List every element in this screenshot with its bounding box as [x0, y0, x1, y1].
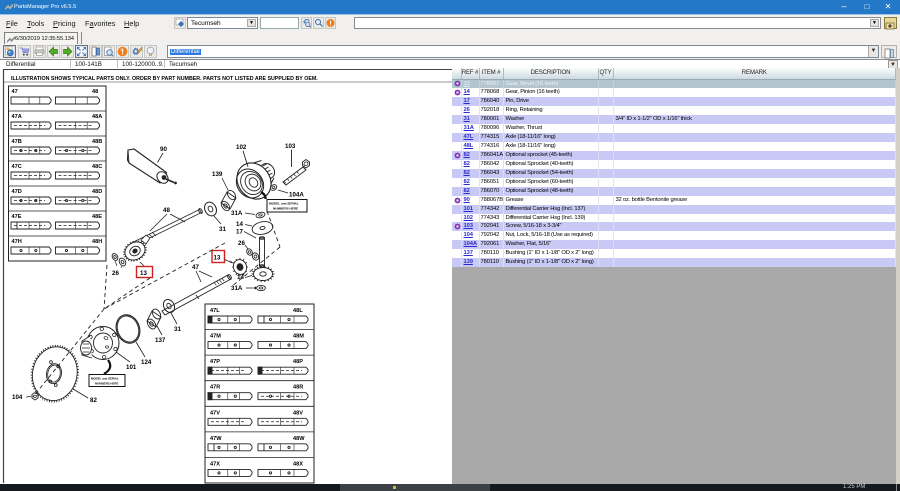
svg-text:48L: 48L — [293, 308, 303, 314]
svg-text:82: 82 — [90, 397, 97, 404]
svg-text:90: 90 — [160, 146, 167, 153]
svg-text:14: 14 — [236, 221, 243, 228]
svg-text:NUMBERS HERE: NUMBERS HERE — [273, 207, 298, 211]
svg-text:103: 103 — [285, 143, 296, 150]
svg-text:47X: 47X — [210, 461, 220, 467]
svg-text:48A: 48A — [92, 114, 102, 120]
svg-text:47E: 47E — [12, 214, 22, 220]
svg-text:48V: 48V — [293, 410, 303, 416]
svg-text:47M: 47M — [210, 334, 221, 340]
svg-text:31: 31 — [219, 226, 226, 233]
svg-text:48C: 48C — [92, 164, 102, 170]
svg-text:47: 47 — [12, 89, 18, 95]
svg-text:47R: 47R — [210, 385, 220, 391]
svg-text:48D: 48D — [92, 189, 102, 195]
svg-text:48P: 48P — [293, 359, 303, 365]
svg-text:137: 137 — [155, 337, 166, 344]
svg-text:47H: 47H — [12, 239, 22, 245]
svg-text:48E: 48E — [92, 214, 102, 220]
svg-text:47B: 47B — [12, 139, 22, 145]
svg-text:47A: 47A — [12, 114, 22, 120]
svg-text:13: 13 — [140, 270, 147, 277]
svg-text:48M: 48M — [293, 334, 304, 340]
svg-text:47P: 47P — [210, 359, 220, 365]
svg-text:104A: 104A — [289, 192, 304, 199]
svg-text:48: 48 — [163, 207, 170, 214]
svg-text:31A: 31A — [231, 285, 243, 292]
svg-text:26: 26 — [238, 240, 245, 247]
svg-text:47D: 47D — [12, 189, 22, 195]
svg-text:48B: 48B — [92, 139, 102, 145]
svg-text:31: 31 — [174, 326, 181, 333]
svg-text:26: 26 — [112, 270, 119, 277]
svg-text:47L: 47L — [210, 308, 220, 314]
svg-text:NUMBERS HERE: NUMBERS HERE — [95, 382, 119, 386]
svg-text:47C: 47C — [12, 164, 22, 170]
svg-text:48H: 48H — [92, 239, 102, 245]
svg-text:ILLUSTRATION SHOWS TYPICAL PAR: ILLUSTRATION SHOWS TYPICAL PARTS ONLY. O… — [11, 76, 318, 82]
svg-text:17: 17 — [236, 229, 243, 236]
svg-text:47: 47 — [192, 264, 199, 271]
svg-text:14: 14 — [237, 274, 244, 281]
svg-text:124: 124 — [141, 359, 152, 366]
svg-text:104: 104 — [12, 394, 23, 401]
svg-text:31A: 31A — [231, 210, 243, 217]
svg-text:139: 139 — [212, 171, 223, 178]
svg-text:48X: 48X — [293, 461, 303, 467]
svg-text:47W: 47W — [210, 436, 222, 442]
svg-text:MODEL and SERIAL: MODEL and SERIAL — [269, 202, 299, 206]
svg-text:MODEL and SERIAL: MODEL and SERIAL — [91, 377, 119, 381]
svg-text:48W: 48W — [293, 436, 305, 442]
svg-text:13: 13 — [214, 255, 221, 262]
svg-text:102: 102 — [236, 144, 247, 151]
svg-text:48: 48 — [92, 89, 98, 95]
svg-text:101: 101 — [126, 364, 137, 371]
svg-text:48R: 48R — [293, 385, 303, 391]
svg-text:47V: 47V — [210, 410, 220, 416]
